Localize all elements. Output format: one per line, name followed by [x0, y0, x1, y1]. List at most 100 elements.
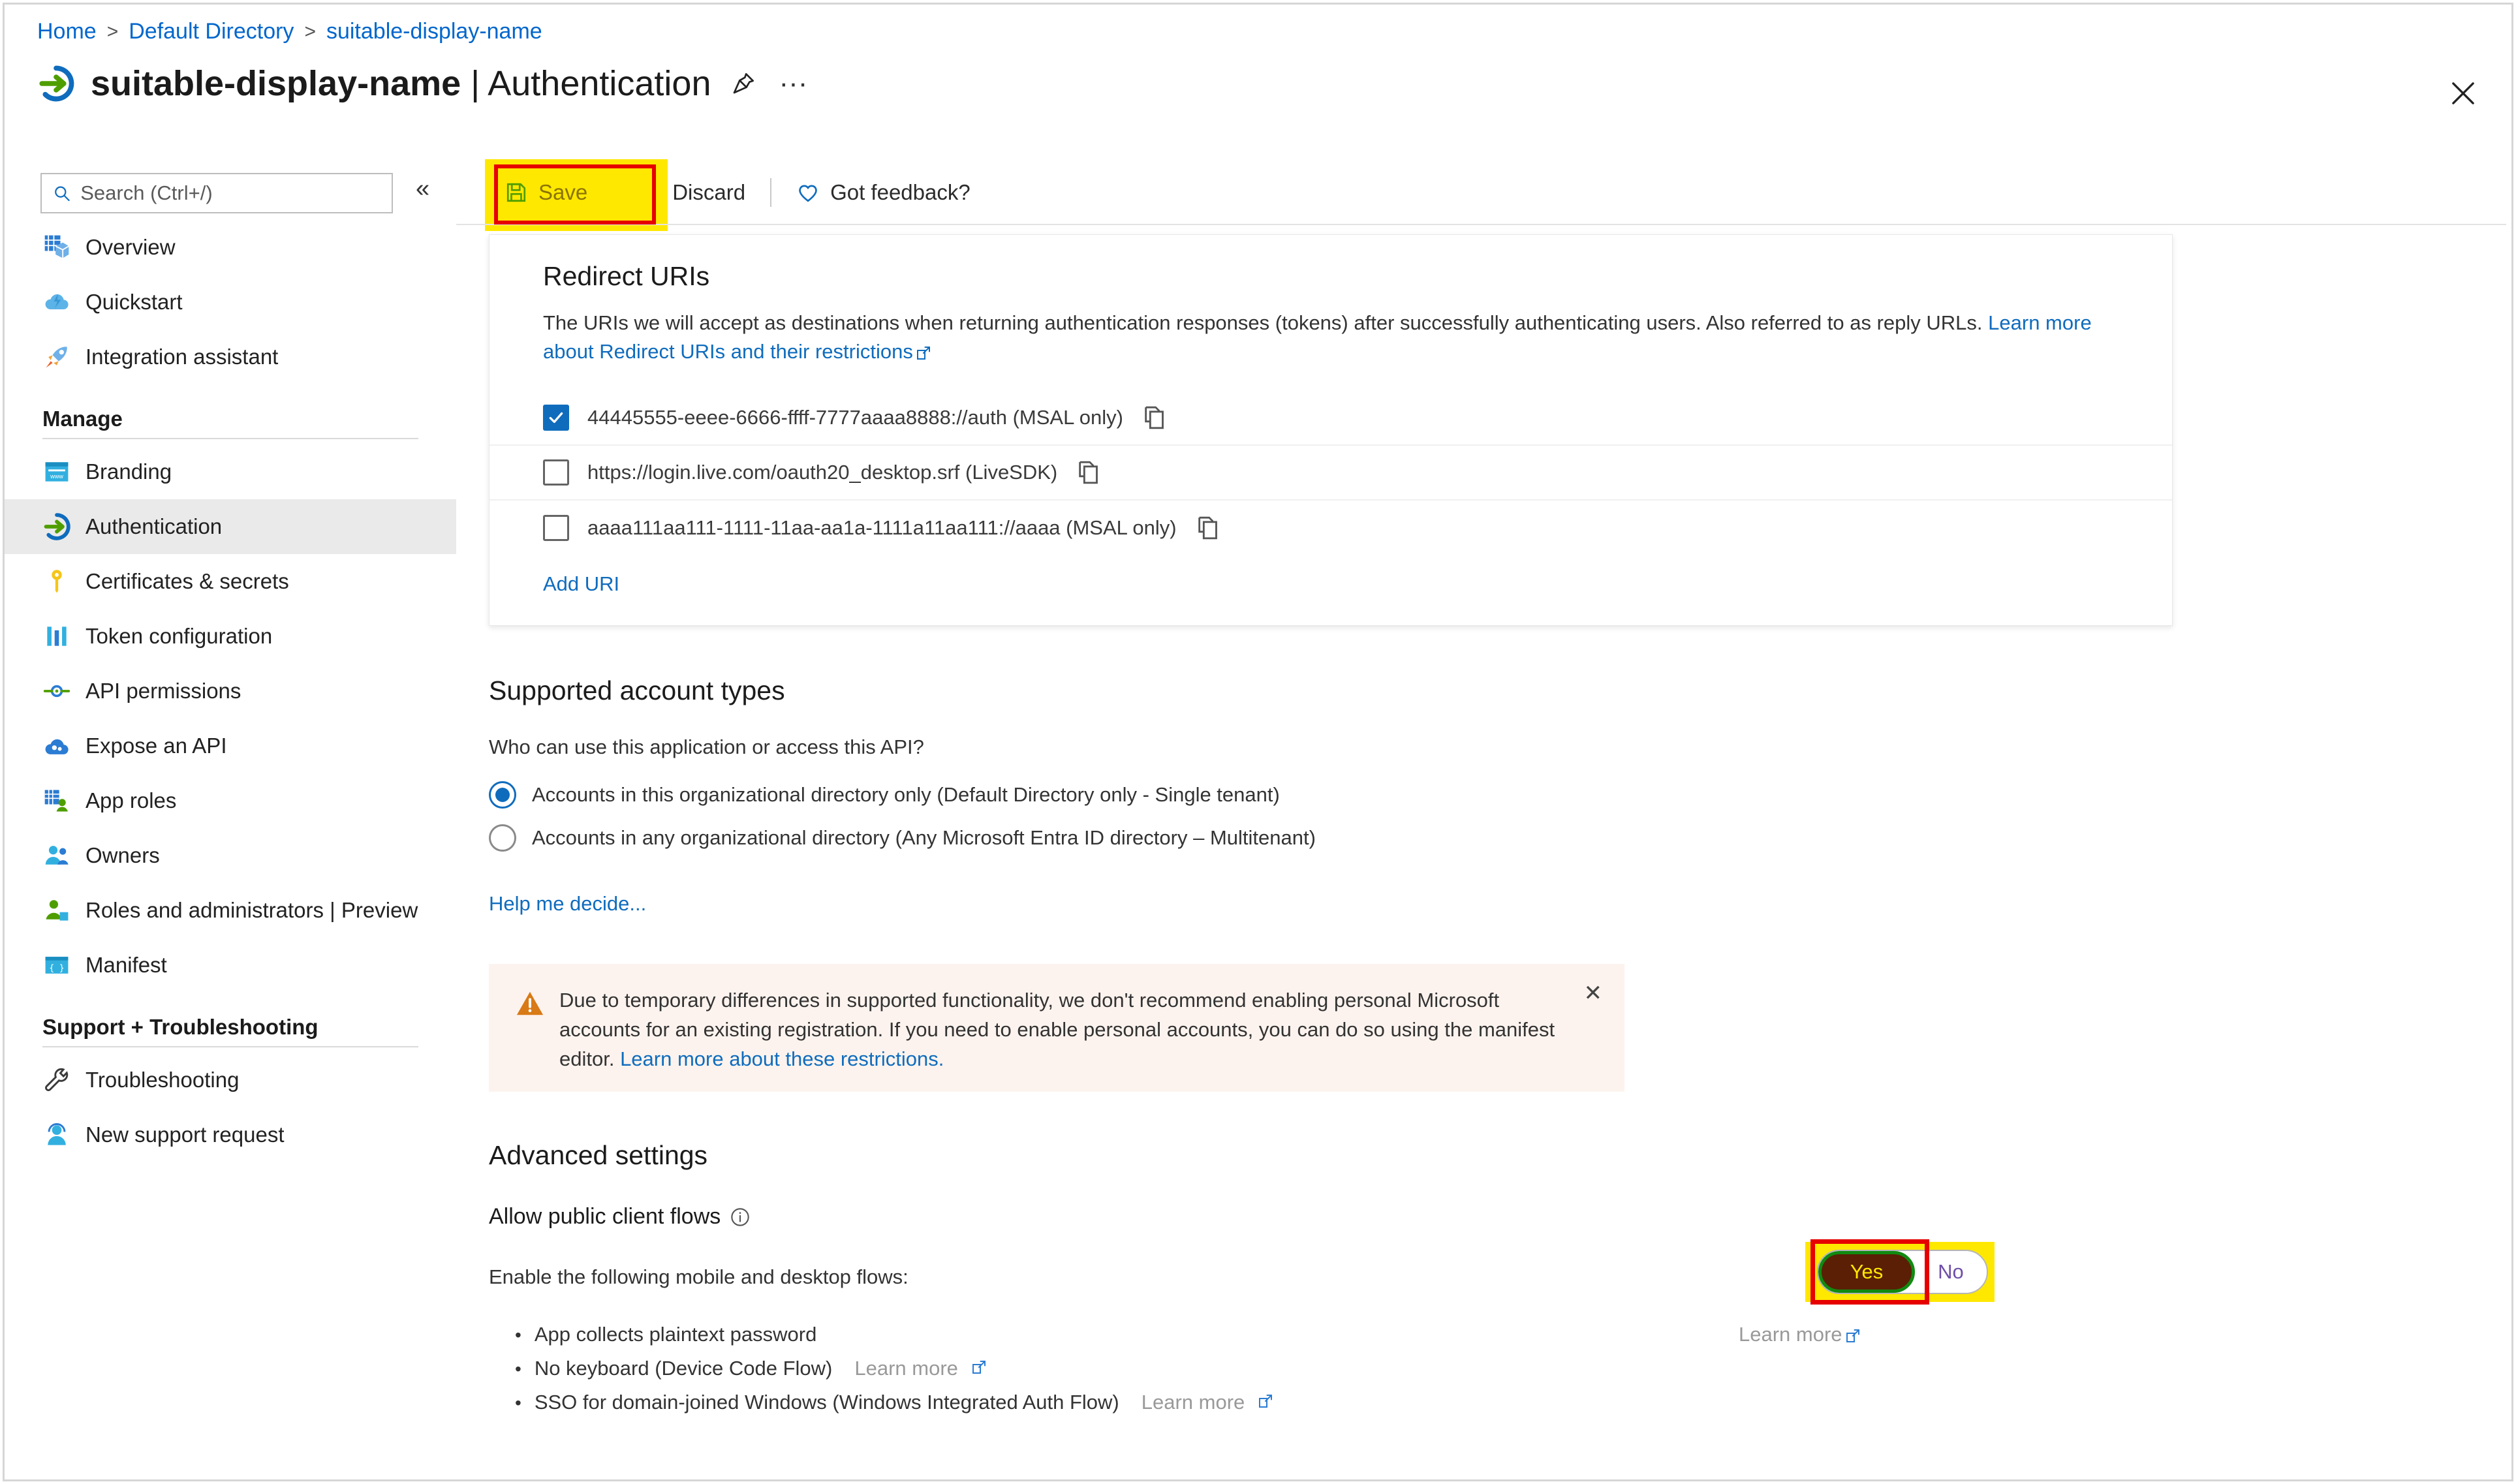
flow-learn-more-link[interactable]: Learn more	[854, 1357, 958, 1380]
save-disk-icon	[506, 183, 526, 202]
pin-icon[interactable]	[726, 67, 760, 100]
external-link-icon	[1842, 1323, 1861, 1346]
save-button[interactable]: Save	[494, 174, 598, 211]
sidebar-group-manage: Manage	[42, 407, 123, 431]
sidebar-item-label: Certificates & secrets	[85, 569, 289, 593]
help-me-decide-link[interactable]: Help me decide...	[489, 892, 646, 916]
redirect-uri-value: 44445555-eeee-6666-ffff-7777aaaa8888://a…	[587, 406, 1123, 429]
sidebar-item-label: App roles	[85, 788, 177, 812]
got-feedback-button[interactable]: Got feedback?	[786, 174, 981, 211]
flow-learn-more-right: Learn more	[1739, 1323, 1861, 1346]
bullet-dot: •	[515, 1393, 521, 1413]
breadcrumb-item-home[interactable]: Home	[37, 19, 97, 44]
redirect-uri-row: 44445555-eeee-6666-ffff-7777aaaa8888://a…	[489, 391, 2172, 446]
main-content: Redirect URIs The URIs we will accept as…	[456, 225, 2511, 1479]
wrench-icon	[45, 1068, 69, 1091]
allow-public-client-flows-text: Allow public client flows	[489, 1204, 721, 1229]
sidebar-item-roles-and-administrators[interactable]: Roles and administrators | Preview	[5, 883, 456, 938]
flow-item: • SSO for domain-joined Windows (Windows…	[515, 1391, 1273, 1414]
redirect-uri-checkbox[interactable]	[543, 515, 569, 542]
ellipsis-icon[interactable]: ···	[776, 67, 810, 100]
flows-list: • App collects plaintext password • No k…	[515, 1323, 1273, 1425]
sidebar-item-troubleshooting[interactable]: Troubleshooting	[5, 1053, 456, 1107]
sidebar-item-label: Overview	[85, 235, 176, 259]
authentication-arrow-icon	[44, 513, 70, 540]
sidebar-item-manifest[interactable]: { } Manifest	[5, 938, 456, 993]
api-plug-icon	[43, 685, 70, 698]
headset-person-icon	[48, 1123, 66, 1145]
redirect-uris-list: 44445555-eeee-6666-ffff-7777aaaa8888://a…	[489, 391, 2172, 555]
close-icon[interactable]	[2446, 76, 2480, 110]
breadcrumb-item-app[interactable]: suitable-display-name	[326, 19, 542, 44]
redirect-uri-checkbox[interactable]	[543, 459, 569, 486]
info-circle-icon[interactable]	[730, 1207, 751, 1228]
radio-icon[interactable]	[489, 824, 516, 852]
grid-cube-icon	[44, 235, 69, 258]
search-field[interactable]	[80, 181, 381, 205]
collapse-sidebar-button[interactable]: «	[416, 176, 429, 201]
braces-window-icon: { }	[45, 957, 69, 974]
flow-item: • App collects plaintext password	[515, 1323, 1273, 1346]
sidebar-item-expose-an-api[interactable]: Expose an API	[5, 719, 456, 773]
account-type-option-multitenant[interactable]: Accounts in any organizational directory…	[489, 824, 1316, 852]
enable-flows-label: Enable the following mobile and desktop …	[489, 1265, 909, 1288]
search-input[interactable]	[40, 173, 393, 213]
supported-account-types-heading: Supported account types	[489, 675, 785, 705]
rocket-icon	[46, 347, 67, 368]
sidebar-item-quickstart[interactable]: Quickstart	[5, 275, 456, 330]
allow-public-client-flows-label: Allow public client flows	[489, 1204, 751, 1229]
sidebar-item-integration-assistant[interactable]: Integration assistant	[5, 330, 456, 384]
account-type-option-single-tenant[interactable]: Accounts in this organizational director…	[489, 781, 1280, 809]
sidebar-item-owners[interactable]: Owners	[5, 828, 456, 883]
redirect-uri-checkbox[interactable]	[543, 405, 569, 431]
breadcrumb-separator: >	[304, 20, 316, 42]
sidebar-item-branding[interactable]: www Branding	[5, 444, 456, 499]
redirect-uris-heading: Redirect URIs	[543, 261, 710, 291]
sidebar-item-label: Owners	[85, 843, 160, 867]
redirect-uri-value: https://login.live.com/oauth20_desktop.s…	[587, 461, 1058, 484]
close-icon[interactable]: ✕	[1584, 982, 1603, 1004]
redirect-uri-value: aaaa111aa111-1111-11aa-aa1a-1111a11aa111…	[587, 516, 1177, 540]
breadcrumb: Home > Default Directory > suitable-disp…	[37, 19, 542, 44]
sidebar-item-authentication[interactable]: Authentication	[5, 499, 456, 554]
page-title-section: Authentication	[488, 64, 711, 103]
flow-learn-more-link[interactable]: Learn more	[1142, 1391, 1245, 1414]
sidebar-item-token-configuration[interactable]: Token configuration	[5, 609, 456, 664]
toggle-yes-option[interactable]: Yes	[1818, 1251, 1915, 1293]
search-icon	[55, 186, 70, 202]
heart-icon	[799, 185, 817, 202]
external-link-icon	[1258, 1391, 1273, 1414]
copy-icon[interactable]	[1076, 459, 1102, 486]
copy-icon[interactable]	[1142, 404, 1168, 431]
copy-icon[interactable]	[1195, 514, 1221, 542]
browser-window-icon: www	[45, 462, 69, 482]
svg-text:www: www	[50, 473, 63, 480]
sidebar-item-new-support-request[interactable]: New support request	[5, 1107, 456, 1162]
sidebar-item-certificates-secrets[interactable]: Certificates & secrets	[5, 554, 456, 609]
radio-icon[interactable]	[489, 781, 516, 809]
people-icon	[45, 846, 69, 865]
sidebar-item-app-roles[interactable]: App roles	[5, 773, 456, 828]
public-client-flows-toggle[interactable]: Yes No	[1817, 1250, 1988, 1294]
sidebar-item-label: Roles and administrators | Preview	[85, 898, 418, 922]
redirect-uris-description-text: The URIs we will accept as destinations …	[543, 311, 1983, 334]
warning-banner: Due to temporary differences in supporte…	[489, 964, 1624, 1092]
toolbar-divider	[770, 178, 772, 207]
bar-columns-icon	[47, 626, 67, 646]
add-uri-link[interactable]: Add URI	[489, 555, 619, 596]
toggle-no-option[interactable]: No	[1915, 1260, 1987, 1284]
warning-text: Due to temporary differences in supporte…	[559, 986, 1558, 1092]
flow-learn-more-link[interactable]: Learn more	[1739, 1323, 1842, 1346]
sidebar-item-label: API permissions	[85, 679, 241, 703]
sidebar-item-api-permissions[interactable]: API permissions	[5, 664, 456, 719]
page-title-app: suitable-display-name	[91, 64, 461, 103]
sidebar-item-label: New support request	[85, 1122, 285, 1147]
flow-item: • No keyboard (Device Code Flow) Learn m…	[515, 1357, 1273, 1380]
sidebar-item-label: Quickstart	[85, 290, 183, 314]
sidebar: Overview Quickstart Integration assistan…	[5, 220, 456, 1162]
external-link-icon	[916, 340, 931, 369]
breadcrumb-item-default-directory[interactable]: Default Directory	[129, 19, 294, 44]
warning-learn-more-link[interactable]: Learn more about these restrictions.	[620, 1047, 944, 1070]
sidebar-item-overview[interactable]: Overview	[5, 220, 456, 275]
redirect-uri-row: https://login.live.com/oauth20_desktop.s…	[489, 446, 2172, 501]
